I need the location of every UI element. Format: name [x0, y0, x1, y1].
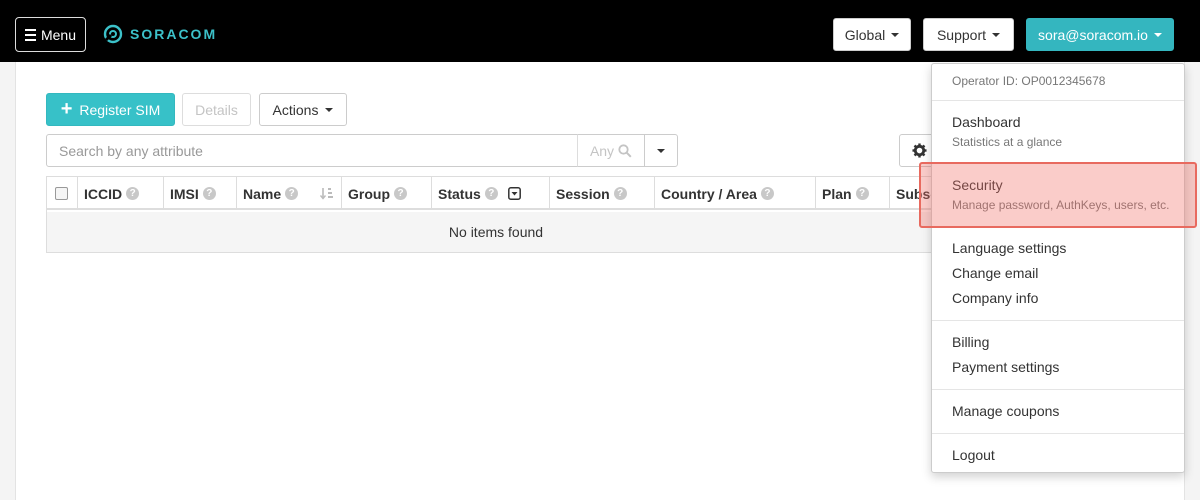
column-label: ICCID [84, 185, 123, 202]
menu-item-company-info[interactable]: Company info [952, 290, 1038, 306]
help-icon[interactable]: ? [484, 187, 498, 200]
help-icon[interactable]: ? [202, 187, 216, 200]
column-imsi[interactable]: IMSI ? [164, 177, 237, 210]
details-label: Details [195, 101, 238, 118]
column-group[interactable]: Group ? [342, 177, 432, 210]
search-icon [618, 143, 632, 158]
help-icon[interactable]: ? [126, 187, 140, 200]
menu-divider [932, 100, 1184, 101]
menu-item-payment-settings[interactable]: Payment settings [952, 359, 1059, 375]
menu-item-dashboard-desc: Statistics at a glance [952, 135, 1063, 149]
menu-divider [932, 433, 1184, 434]
global-dropdown-button[interactable]: Global [833, 18, 911, 51]
user-dropdown-menu: Operator ID: OP0012345678 Dashboard Stat… [931, 63, 1185, 473]
menu-button[interactable]: Menu [15, 17, 86, 52]
select-all-cell [47, 177, 78, 210]
help-icon[interactable]: ? [394, 187, 407, 200]
column-label: Name [243, 185, 282, 202]
support-dropdown-button[interactable]: Support [923, 18, 1014, 51]
help-icon[interactable]: ? [613, 187, 627, 200]
plus-icon: + [60, 97, 73, 120]
caret-down-icon [657, 148, 665, 153]
empty-message: No items found [448, 224, 544, 240]
column-label: IMSI [170, 185, 199, 202]
caret-down-icon [1153, 32, 1162, 37]
column-name[interactable]: Name ? [237, 177, 342, 210]
gear-icon [911, 143, 927, 158]
security-highlight-box [919, 162, 1197, 228]
menu-item-logout[interactable]: Logout [952, 447, 995, 463]
menu-item-dashboard[interactable]: Dashboard [952, 114, 1021, 130]
details-button[interactable]: Details [182, 93, 251, 126]
column-iccid[interactable]: ICCID ? [78, 177, 164, 210]
actions-label: Actions [272, 101, 319, 118]
column-session[interactable]: Session ? [550, 177, 655, 210]
filter-dropdown-icon[interactable] [507, 187, 521, 200]
hamburger-icon [24, 28, 36, 41]
support-label: Support [936, 26, 987, 43]
menu-item-manage-coupons[interactable]: Manage coupons [952, 403, 1059, 419]
caret-down-icon [325, 107, 334, 112]
column-label: Session [556, 185, 610, 202]
help-icon[interactable]: ? [285, 187, 299, 200]
user-email: sora@soracom.io [1038, 26, 1148, 43]
menu-divider [932, 320, 1184, 321]
actions-dropdown-button[interactable]: Actions [259, 93, 347, 126]
help-icon[interactable]: ? [760, 187, 774, 200]
top-navbar: Menu SORACOM Global Support sora@soracom… [0, 0, 1200, 62]
column-label: Group [348, 185, 390, 202]
register-sim-button[interactable]: + Register SIM [46, 93, 175, 126]
global-label: Global [844, 26, 886, 43]
search-scope-label: Any [589, 142, 615, 159]
sort-icon[interactable] [320, 187, 334, 200]
user-menu-button[interactable]: sora@soracom.io [1026, 18, 1174, 51]
column-plan[interactable]: Plan ? [816, 177, 890, 210]
column-label: Plan [822, 185, 852, 202]
search-input[interactable] [46, 134, 578, 167]
soracom-logo[interactable]: SORACOM [103, 22, 217, 46]
sim-table: ICCID ? IMSI ? Name ? Group ? Status ? S… [46, 176, 946, 253]
table-header: ICCID ? IMSI ? Name ? Group ? Status ? S… [47, 177, 945, 210]
menu-item-change-email[interactable]: Change email [952, 265, 1038, 281]
help-icon[interactable]: ? [855, 187, 869, 200]
soracom-logo-icon [103, 24, 123, 44]
operator-id: Operator ID: OP0012345678 [952, 74, 1106, 88]
caret-down-icon [891, 32, 900, 37]
register-sim-label: Register SIM [79, 101, 161, 118]
column-status[interactable]: Status ? [432, 177, 550, 210]
column-label: Country / Area [661, 185, 757, 202]
menu-item-billing[interactable]: Billing [952, 334, 989, 350]
column-label: Status [438, 185, 481, 202]
search-options-dropdown[interactable] [644, 134, 678, 167]
menu-divider [932, 389, 1184, 390]
menu-item-language-settings[interactable]: Language settings [952, 240, 1066, 256]
column-country-area[interactable]: Country / Area ? [655, 177, 816, 210]
search-scope-button[interactable]: Any [577, 134, 645, 167]
menu-button-label: Menu [40, 26, 77, 43]
logo-text: SORACOM [130, 26, 218, 42]
caret-down-icon [992, 32, 1001, 37]
select-all-checkbox[interactable] [55, 187, 68, 200]
empty-table-row: No items found [47, 212, 945, 252]
